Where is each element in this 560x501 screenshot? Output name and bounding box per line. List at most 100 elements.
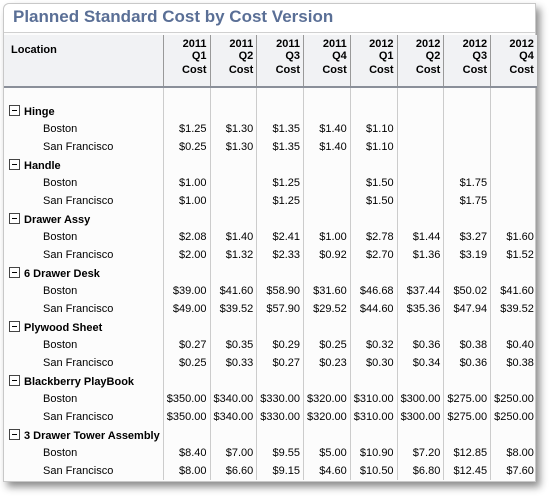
cost-cell: $57.90 xyxy=(256,300,304,318)
location-cell: Boston xyxy=(43,447,78,459)
empty-cell xyxy=(303,426,351,444)
cost-cell: $310.00 xyxy=(349,390,398,408)
column-header-cost: Cost xyxy=(256,62,304,87)
empty-cell xyxy=(209,210,257,228)
cost-cell: $44.60 xyxy=(349,300,398,318)
empty-cell xyxy=(490,156,537,174)
cost-cell: $2.00 xyxy=(162,246,210,264)
cost-cell: $1.30 xyxy=(209,120,257,138)
empty-cell xyxy=(349,156,398,174)
collapse-icon[interactable] xyxy=(9,374,20,386)
cost-cell: $1.25 xyxy=(162,120,210,138)
empty-cell xyxy=(443,426,491,444)
location-cell: Boston xyxy=(43,231,78,243)
column-header-period[interactable]: 2012 Q3 xyxy=(443,35,491,62)
cost-cell: $39.52 xyxy=(209,300,257,318)
cost-cell: $0.25 xyxy=(162,138,210,156)
column-header-period[interactable]: 2011 Q1 xyxy=(162,35,210,62)
cost-cell xyxy=(396,120,444,138)
cost-cell: $1.50 xyxy=(349,192,398,210)
cost-cell: $0.33 xyxy=(209,354,257,372)
cost-cell: $5.00 xyxy=(303,444,351,462)
cost-cell: $1.44 xyxy=(396,228,444,246)
location-cell: San Francisco xyxy=(43,465,114,477)
cost-cell: $2.70 xyxy=(349,246,398,264)
table-row: Boston $350.00 $340.00 $330.00 $320.00 $310.0… xyxy=(4,390,537,408)
table-row: San Francisco $350.00 $340.00 $330.00 $320.0… xyxy=(4,408,537,426)
group-label: Blackberry PlayBook xyxy=(4,372,163,390)
cost-cell: $1.40 xyxy=(303,138,351,156)
column-header-period[interactable]: 2011 Q2 xyxy=(209,35,257,62)
empty-cell xyxy=(256,264,304,282)
column-header-period[interactable]: 2011 Q4 xyxy=(303,35,351,62)
table-row: Boston $1.25 $1.30 $1.35 $1.40 $1.10 xyxy=(4,120,537,138)
empty-cell xyxy=(443,318,491,336)
group-name: 3 Drawer Tower Assembly xyxy=(24,429,160,442)
column-header-period[interactable]: 2011 Q3 xyxy=(256,35,304,62)
location-cell: San Francisco xyxy=(43,195,114,207)
column-header-period[interactable]: 2012 Q2 xyxy=(396,35,444,62)
table-row: San Francisco $8.00 $6.60 $9.15 $4.60 $10.50 $… xyxy=(4,462,537,480)
cost-cell: $1.32 xyxy=(209,246,257,264)
location-cell: Boston xyxy=(43,339,78,351)
empty-cell xyxy=(256,372,304,390)
cost-cell: $2.08 xyxy=(162,228,210,246)
group-row: 3 Drawer Tower Assembly xyxy=(4,426,537,444)
collapse-icon[interactable] xyxy=(9,428,20,440)
group-row: 6 Drawer Desk xyxy=(4,264,537,282)
group-row: Hinge xyxy=(4,102,537,120)
cost-cell: $6.60 xyxy=(209,462,257,480)
cost-cell: $310.00 xyxy=(349,408,398,426)
group-label: Drawer Assy xyxy=(4,210,163,228)
group-name: Handle xyxy=(24,159,61,172)
cost-cell: $9.55 xyxy=(256,444,304,462)
empty-cell xyxy=(396,210,444,228)
empty-cell xyxy=(209,156,257,174)
empty-cell xyxy=(162,102,210,120)
cost-cell: $1.10 xyxy=(349,138,398,156)
cost-cell: $1.75 xyxy=(443,174,491,192)
cost-cell: $3.27 xyxy=(443,228,491,246)
column-header-cost: Cost xyxy=(349,62,398,87)
cost-cell: $1.50 xyxy=(349,174,398,192)
group-row: Plywood Sheet xyxy=(4,318,537,336)
collapse-icon[interactable] xyxy=(9,266,20,278)
collapse-icon[interactable] xyxy=(9,104,20,116)
column-header-location[interactable]: Location xyxy=(4,35,163,62)
cost-cell xyxy=(443,120,491,138)
empty-cell xyxy=(209,426,257,444)
cost-cell: $330.00 xyxy=(256,390,304,408)
group-row: Blackberry PlayBook xyxy=(4,372,537,390)
cost-cell: $12.85 xyxy=(443,444,491,462)
cost-cell: $37.44 xyxy=(396,282,444,300)
cost-cell: $39.52 xyxy=(490,300,537,318)
cost-cell: $0.92 xyxy=(303,246,351,264)
empty-cell xyxy=(349,426,398,444)
group-label: Hinge xyxy=(4,102,163,120)
table-row: Boston $0.27 $0.35 $0.29 $0.25 $0.32 $0.36 $0.3… xyxy=(4,336,537,354)
column-header-period[interactable]: 2012 Q4 xyxy=(490,35,537,62)
cost-cell xyxy=(396,138,444,156)
column-header-cost: Cost xyxy=(209,62,257,87)
group-row: Drawer Assy xyxy=(4,210,537,228)
empty-cell xyxy=(443,372,491,390)
collapse-icon[interactable] xyxy=(9,212,20,224)
empty-cell xyxy=(490,372,537,390)
column-header-period[interactable]: 2012 Q1 xyxy=(349,35,398,62)
collapse-icon[interactable] xyxy=(9,158,20,170)
empty-cell xyxy=(490,426,537,444)
table-row: Boston $2.08 $1.40 $2.41 $1.00 $2.78 $1.44 $3.2… xyxy=(4,228,537,246)
cost-cell: $39.00 xyxy=(162,282,210,300)
cost-cell: $0.34 xyxy=(396,354,444,372)
cost-cell: $41.60 xyxy=(209,282,257,300)
empty-cell xyxy=(303,372,351,390)
report-panel: Planned Standard Cost by Cost Version Lo… xyxy=(3,3,537,482)
empty-cell xyxy=(209,102,257,120)
report-title: Planned Standard Cost by Cost Version xyxy=(13,7,334,26)
collapse-icon[interactable] xyxy=(9,320,20,332)
group-name: Hinge xyxy=(24,105,55,118)
cost-cell: $1.10 xyxy=(349,120,398,138)
cost-cell: $41.60 xyxy=(490,282,537,300)
cost-cell: $7.20 xyxy=(396,444,444,462)
cost-cell: $1.60 xyxy=(490,228,537,246)
